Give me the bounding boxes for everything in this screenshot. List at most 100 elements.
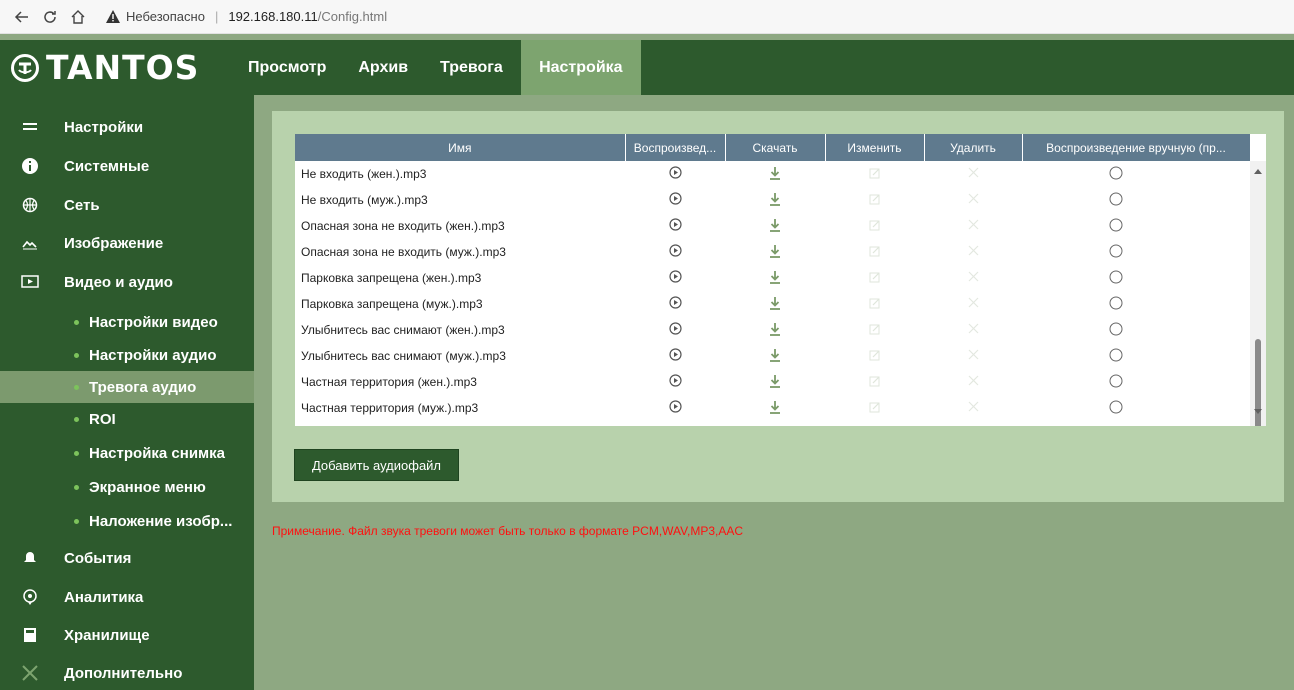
sidebar-item-advanced[interactable]: Дополнительно	[0, 656, 254, 690]
download-icon[interactable]	[769, 166, 781, 183]
delete-icon	[968, 375, 979, 389]
column-header-download: Скачать	[725, 134, 826, 161]
sidebar-subitem-roi[interactable]: ROI	[0, 403, 254, 435]
table-row: Опасная зона не входить (муж.).mp3	[295, 239, 1250, 265]
file-name: Частная территория (жен.).mp3	[301, 375, 477, 389]
manual-play-radio[interactable]	[1109, 322, 1123, 339]
sidebar-subitem-label: Настройки аудио	[89, 346, 217, 364]
storage-icon	[20, 625, 40, 645]
manual-play-radio[interactable]	[1109, 192, 1123, 209]
sidebar-item-video-audio[interactable]: Видео и аудио	[0, 265, 254, 299]
manual-play-radio[interactable]	[1109, 244, 1123, 261]
reload-icon[interactable]	[40, 7, 60, 27]
column-header-name: Имя	[295, 134, 626, 161]
logo-icon	[11, 53, 39, 82]
sidebar-item-network[interactable]: Сеть	[0, 188, 254, 222]
info-icon	[20, 156, 40, 176]
sidebar-subitem-video-settings[interactable]: Настройки видео	[0, 306, 254, 338]
bullet	[74, 384, 79, 390]
sidebar-subitem-label: Настройка снимка	[89, 444, 225, 462]
file-name: Парковка запрещена (жен.).mp3	[301, 271, 482, 285]
file-name: Опасная зона не входить (муж.).mp3	[301, 245, 506, 259]
manual-play-radio[interactable]	[1109, 166, 1123, 183]
top-nav: TANTOS Просмотр Архив Тревога Настройка	[0, 40, 1294, 95]
delete-icon	[968, 167, 979, 181]
download-icon[interactable]	[769, 270, 781, 287]
play-icon[interactable]	[668, 218, 682, 234]
download-icon[interactable]	[769, 218, 781, 235]
file-name: Частная территория (муж.).mp3	[301, 401, 479, 415]
sidebar-subitem-label: ROI	[89, 410, 116, 428]
download-icon[interactable]	[769, 192, 781, 209]
browser-toolbar: Небезопасно | 192.168.180.11/Config.html	[0, 0, 1294, 34]
table-row: Частная территория (жен.).mp3	[295, 369, 1250, 395]
download-icon[interactable]	[769, 244, 781, 261]
delete-icon	[968, 349, 979, 363]
sidebar-item-storage[interactable]: Хранилище	[0, 618, 254, 652]
sidebar-subitem-label: Экранное меню	[89, 478, 206, 496]
sidebar-item-label: События	[64, 549, 132, 567]
tab-settings[interactable]: Настройка	[520, 40, 641, 95]
play-icon[interactable]	[668, 348, 682, 364]
download-icon[interactable]	[769, 348, 781, 365]
download-icon[interactable]	[769, 400, 781, 417]
sidebar-subitem-label: Настройки видео	[89, 313, 218, 331]
column-header-manual-play: Воспроизведение вручную (пр...	[1022, 134, 1251, 161]
delete-icon	[968, 245, 979, 259]
delete-icon	[968, 219, 979, 233]
play-icon[interactable]	[668, 244, 682, 260]
download-icon[interactable]	[769, 296, 781, 313]
globe-icon	[20, 195, 40, 215]
scroll-up-icon[interactable]	[1254, 169, 1262, 174]
manual-play-radio[interactable]	[1109, 270, 1123, 287]
edit-icon	[869, 376, 881, 390]
warning-icon	[106, 10, 120, 23]
edit-icon	[869, 194, 881, 208]
table-row: Улыбнитесь вас снимают (жен.).mp3	[295, 317, 1250, 343]
alarm-audio-panel: Имя Воспроизвед... Скачать Изменить Удал…	[272, 111, 1284, 502]
sidebar-subitem-snapshot-settings[interactable]: Настройка снимка	[0, 437, 254, 469]
file-name: Улыбнитесь вас снимают (муж.).mp3	[301, 349, 506, 363]
sidebar-subitem-osd[interactable]: Экранное меню	[0, 471, 254, 503]
edit-icon	[869, 246, 881, 260]
sidebar-item-events[interactable]: События	[0, 541, 254, 575]
play-icon[interactable]	[668, 400, 682, 416]
security-warning[interactable]: Небезопасно	[106, 9, 205, 24]
play-icon[interactable]	[668, 270, 682, 286]
play-icon[interactable]	[668, 296, 682, 312]
file-name: Улыбнитесь вас снимают (жен.).mp3	[301, 323, 505, 337]
manual-play-radio[interactable]	[1109, 296, 1123, 313]
sidebar-item-image[interactable]: Изображение	[0, 226, 254, 260]
tab-view[interactable]: Просмотр	[236, 40, 338, 95]
sidebar-item-settings[interactable]: Настройки	[0, 110, 254, 144]
tab-archive[interactable]: Архив	[338, 40, 428, 95]
sidebar-item-analytics[interactable]: Аналитика	[0, 580, 254, 614]
manual-play-radio[interactable]	[1109, 400, 1123, 417]
sidebar-item-system[interactable]: Системные	[0, 149, 254, 183]
add-audio-file-button[interactable]: Добавить аудиофайл	[294, 449, 459, 481]
table-row: Не входить (муж.).mp3	[295, 187, 1250, 213]
file-name: Не входить (жен.).mp3	[301, 167, 427, 181]
play-icon[interactable]	[668, 374, 682, 390]
manual-play-radio[interactable]	[1109, 374, 1123, 391]
tools-icon	[20, 663, 40, 683]
play-icon[interactable]	[668, 192, 682, 208]
table-row: Опасная зона не входить (жен.).mp3	[295, 213, 1250, 239]
home-icon[interactable]	[68, 7, 88, 27]
play-icon[interactable]	[668, 166, 682, 182]
table-scrollbar[interactable]	[1250, 161, 1266, 426]
back-icon[interactable]	[12, 7, 32, 27]
sidebar-subitem-alarm-audio[interactable]: Тревога аудио	[0, 371, 254, 403]
sidebar-item-label: Видео и аудио	[64, 273, 173, 291]
sidebar-subitem-audio-settings[interactable]: Настройки аудио	[0, 339, 254, 371]
sidebar-subitem-image-overlay[interactable]: Наложение изобр...	[0, 505, 254, 537]
manual-play-radio[interactable]	[1109, 218, 1123, 235]
edit-icon	[869, 324, 881, 338]
play-icon[interactable]	[668, 322, 682, 338]
tab-alarm[interactable]: Тревога	[428, 40, 521, 95]
download-icon[interactable]	[769, 374, 781, 391]
address-bar[interactable]: 192.168.180.11/Config.html	[228, 9, 387, 24]
manual-play-radio[interactable]	[1109, 348, 1123, 365]
scroll-down-icon[interactable]	[1254, 409, 1262, 414]
download-icon[interactable]	[769, 322, 781, 339]
